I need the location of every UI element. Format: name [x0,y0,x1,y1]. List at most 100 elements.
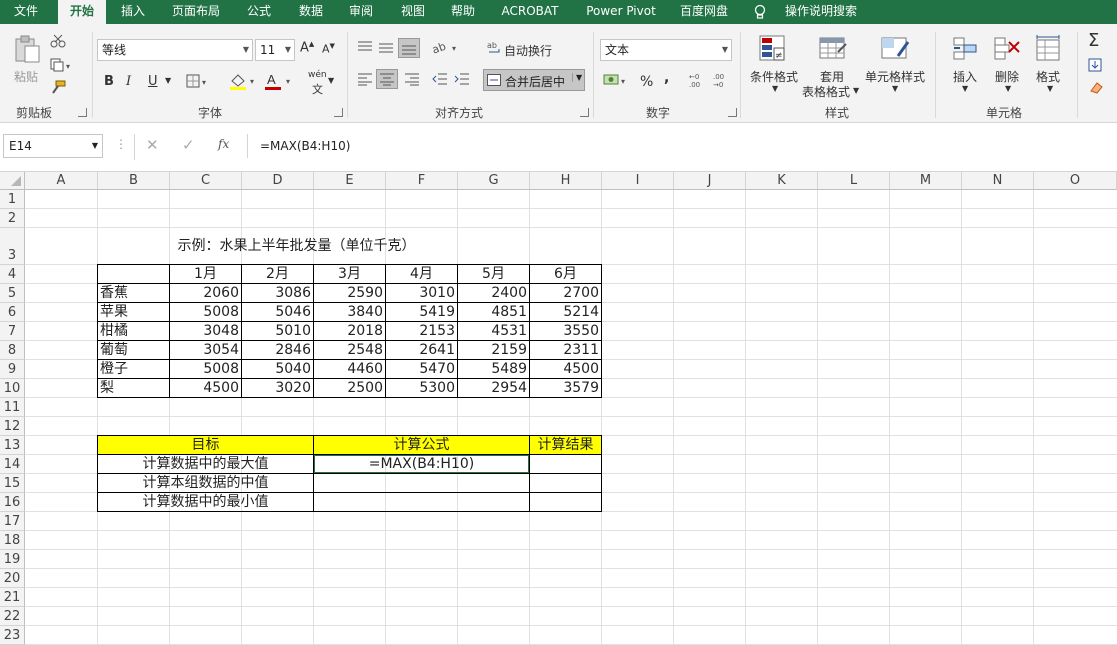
cell-styles-button[interactable]: 单元格样式 [865,68,925,85]
row-header[interactable]: 3 [0,228,25,265]
chevron-down-icon[interactable]: ▼ [92,135,98,157]
number-format-select[interactable]: 文本 ▼ [600,39,732,61]
tab-baidu-netdisk[interactable]: 百度网盘 [672,0,736,24]
decrease-indent-icon[interactable] [432,72,448,89]
row-header[interactable]: 16 [0,493,25,512]
orientation-icon[interactable]: ab ▾ [430,40,460,57]
tab-file[interactable]: 文件 [0,0,52,24]
column-header[interactable]: G [458,172,530,190]
data-cell[interactable]: 5046 [241,302,314,322]
data-cell[interactable]: 5489 [457,359,530,379]
column-header[interactable]: A [25,172,98,190]
formula-input[interactable]: =MAX(B4:H10) [247,134,1117,158]
row-header[interactable]: 11 [0,398,25,417]
grow-font-button[interactable]: A▲ [300,40,314,55]
month-header[interactable]: 2月 [241,264,314,284]
row-header[interactable]: 21 [0,588,25,607]
align-middle-icon[interactable] [378,40,394,57]
data-cell[interactable]: 2500 [313,378,386,398]
data-cell[interactable]: 3840 [313,302,386,322]
chevron-down-icon[interactable]: ▼ [165,76,171,85]
fill-color-icon[interactable]: ▾ [228,72,258,93]
row-header[interactable]: 6 [0,303,25,322]
column-header[interactable]: B [98,172,170,190]
chevron-down-icon[interactable]: ▼ [853,86,859,95]
chevron-down-icon[interactable]: ▼ [1047,84,1053,93]
wrap-text-button[interactable]: 自动换行 [504,42,552,59]
row-header[interactable]: 1 [0,190,25,209]
data-cell[interactable]: 3086 [241,283,314,303]
format-painter-icon[interactable] [50,80,66,97]
clipboard-launcher-icon[interactable] [78,108,87,117]
column-header[interactable]: E [314,172,386,190]
align-bottom-icon[interactable] [398,38,420,58]
row-header[interactable]: 8 [0,341,25,360]
task-goal[interactable]: 计算数据中的最小值 [97,492,314,512]
data-cell[interactable]: 2954 [457,378,530,398]
chevron-down-icon[interactable]: ▼ [772,84,778,93]
row-header[interactable]: 18 [0,531,25,550]
clear-icon[interactable] [1088,80,1104,97]
tab-review[interactable]: 审阅 [340,0,382,24]
data-cell[interactable]: 2846 [241,340,314,360]
chevron-down-icon[interactable]: ▼ [892,84,898,93]
data-cell[interactable]: 2400 [457,283,530,303]
data-cell[interactable]: 4851 [457,302,530,322]
column-header[interactable]: K [746,172,818,190]
data-cell[interactable]: 5008 [169,359,242,379]
increase-decimal-icon[interactable]: ←0.00 [689,71,707,92]
align-top-icon[interactable] [357,40,373,57]
data-cell[interactable]: 2548 [313,340,386,360]
task-goal[interactable]: 计算本组数据的中值 [97,473,314,493]
sheet-title[interactable]: 示例：水果上半年批发量（单位千克） [97,227,530,265]
row-header[interactable]: 4 [0,265,25,284]
task-formula[interactable] [313,492,530,512]
row-header[interactable]: 19 [0,550,25,569]
data-cell[interactable]: 5470 [385,359,458,379]
percent-button[interactable]: % [640,74,653,90]
borders-icon[interactable]: ▾ [186,74,208,91]
row-header[interactable]: 15 [0,474,25,493]
month-header[interactable]: 5月 [457,264,530,284]
row-header[interactable]: 10 [0,379,25,398]
data-cell[interactable]: 5040 [241,359,314,379]
row-header[interactable]: 7 [0,322,25,341]
tab-acrobat[interactable]: ACROBAT [494,0,566,24]
task-formula[interactable]: =MAX(B4:H10) [313,454,530,474]
tab-data[interactable]: 数据 [290,0,332,24]
month-header[interactable]: 6月 [529,264,602,284]
column-header[interactable]: D [242,172,314,190]
column-header[interactable]: J [674,172,746,190]
data-cell[interactable]: 3048 [169,321,242,341]
select-all-corner[interactable] [0,172,25,190]
font-launcher-icon[interactable] [334,108,343,117]
row-header[interactable]: 5 [0,284,25,303]
tab-page-layout[interactable]: 页面布局 [164,0,228,24]
column-header[interactable]: H [530,172,602,190]
data-cell[interactable]: 4500 [529,359,602,379]
chevron-down-icon[interactable]: ▼ [572,73,582,82]
insert-cells-button[interactable]: 插入 [953,68,977,85]
data-cell[interactable]: 5214 [529,302,602,322]
task-result[interactable] [529,454,602,474]
merge-center-button[interactable]: 合并后居中 ▼ [483,69,585,91]
tab-view[interactable]: 视图 [392,0,434,24]
tab-formulas[interactable]: 公式 [238,0,280,24]
task-result[interactable] [529,473,602,493]
chevron-down-icon[interactable]: ▼ [962,84,968,93]
fruit-name[interactable]: 葡萄 [97,340,170,360]
tab-help[interactable]: 帮助 [442,0,484,24]
paste-button[interactable]: 粘贴 [14,68,38,85]
task-result[interactable] [529,492,602,512]
align-center-icon[interactable] [376,69,398,89]
column-header[interactable]: I [602,172,674,190]
chevron-down-icon[interactable]: ▼ [1005,84,1011,93]
data-cell[interactable]: 3020 [241,378,314,398]
cancel-icon[interactable]: ✕ [146,136,159,154]
conditional-formatting-button[interactable]: 条件格式 [750,68,798,85]
decrease-decimal-icon[interactable]: .00 →0 [713,71,731,92]
fruit-name[interactable]: 柑橘 [97,321,170,341]
alignment-launcher-icon[interactable] [580,108,589,117]
delete-cells-button[interactable]: 删除 [995,68,1019,85]
fruit-name[interactable]: 苹果 [97,302,170,322]
